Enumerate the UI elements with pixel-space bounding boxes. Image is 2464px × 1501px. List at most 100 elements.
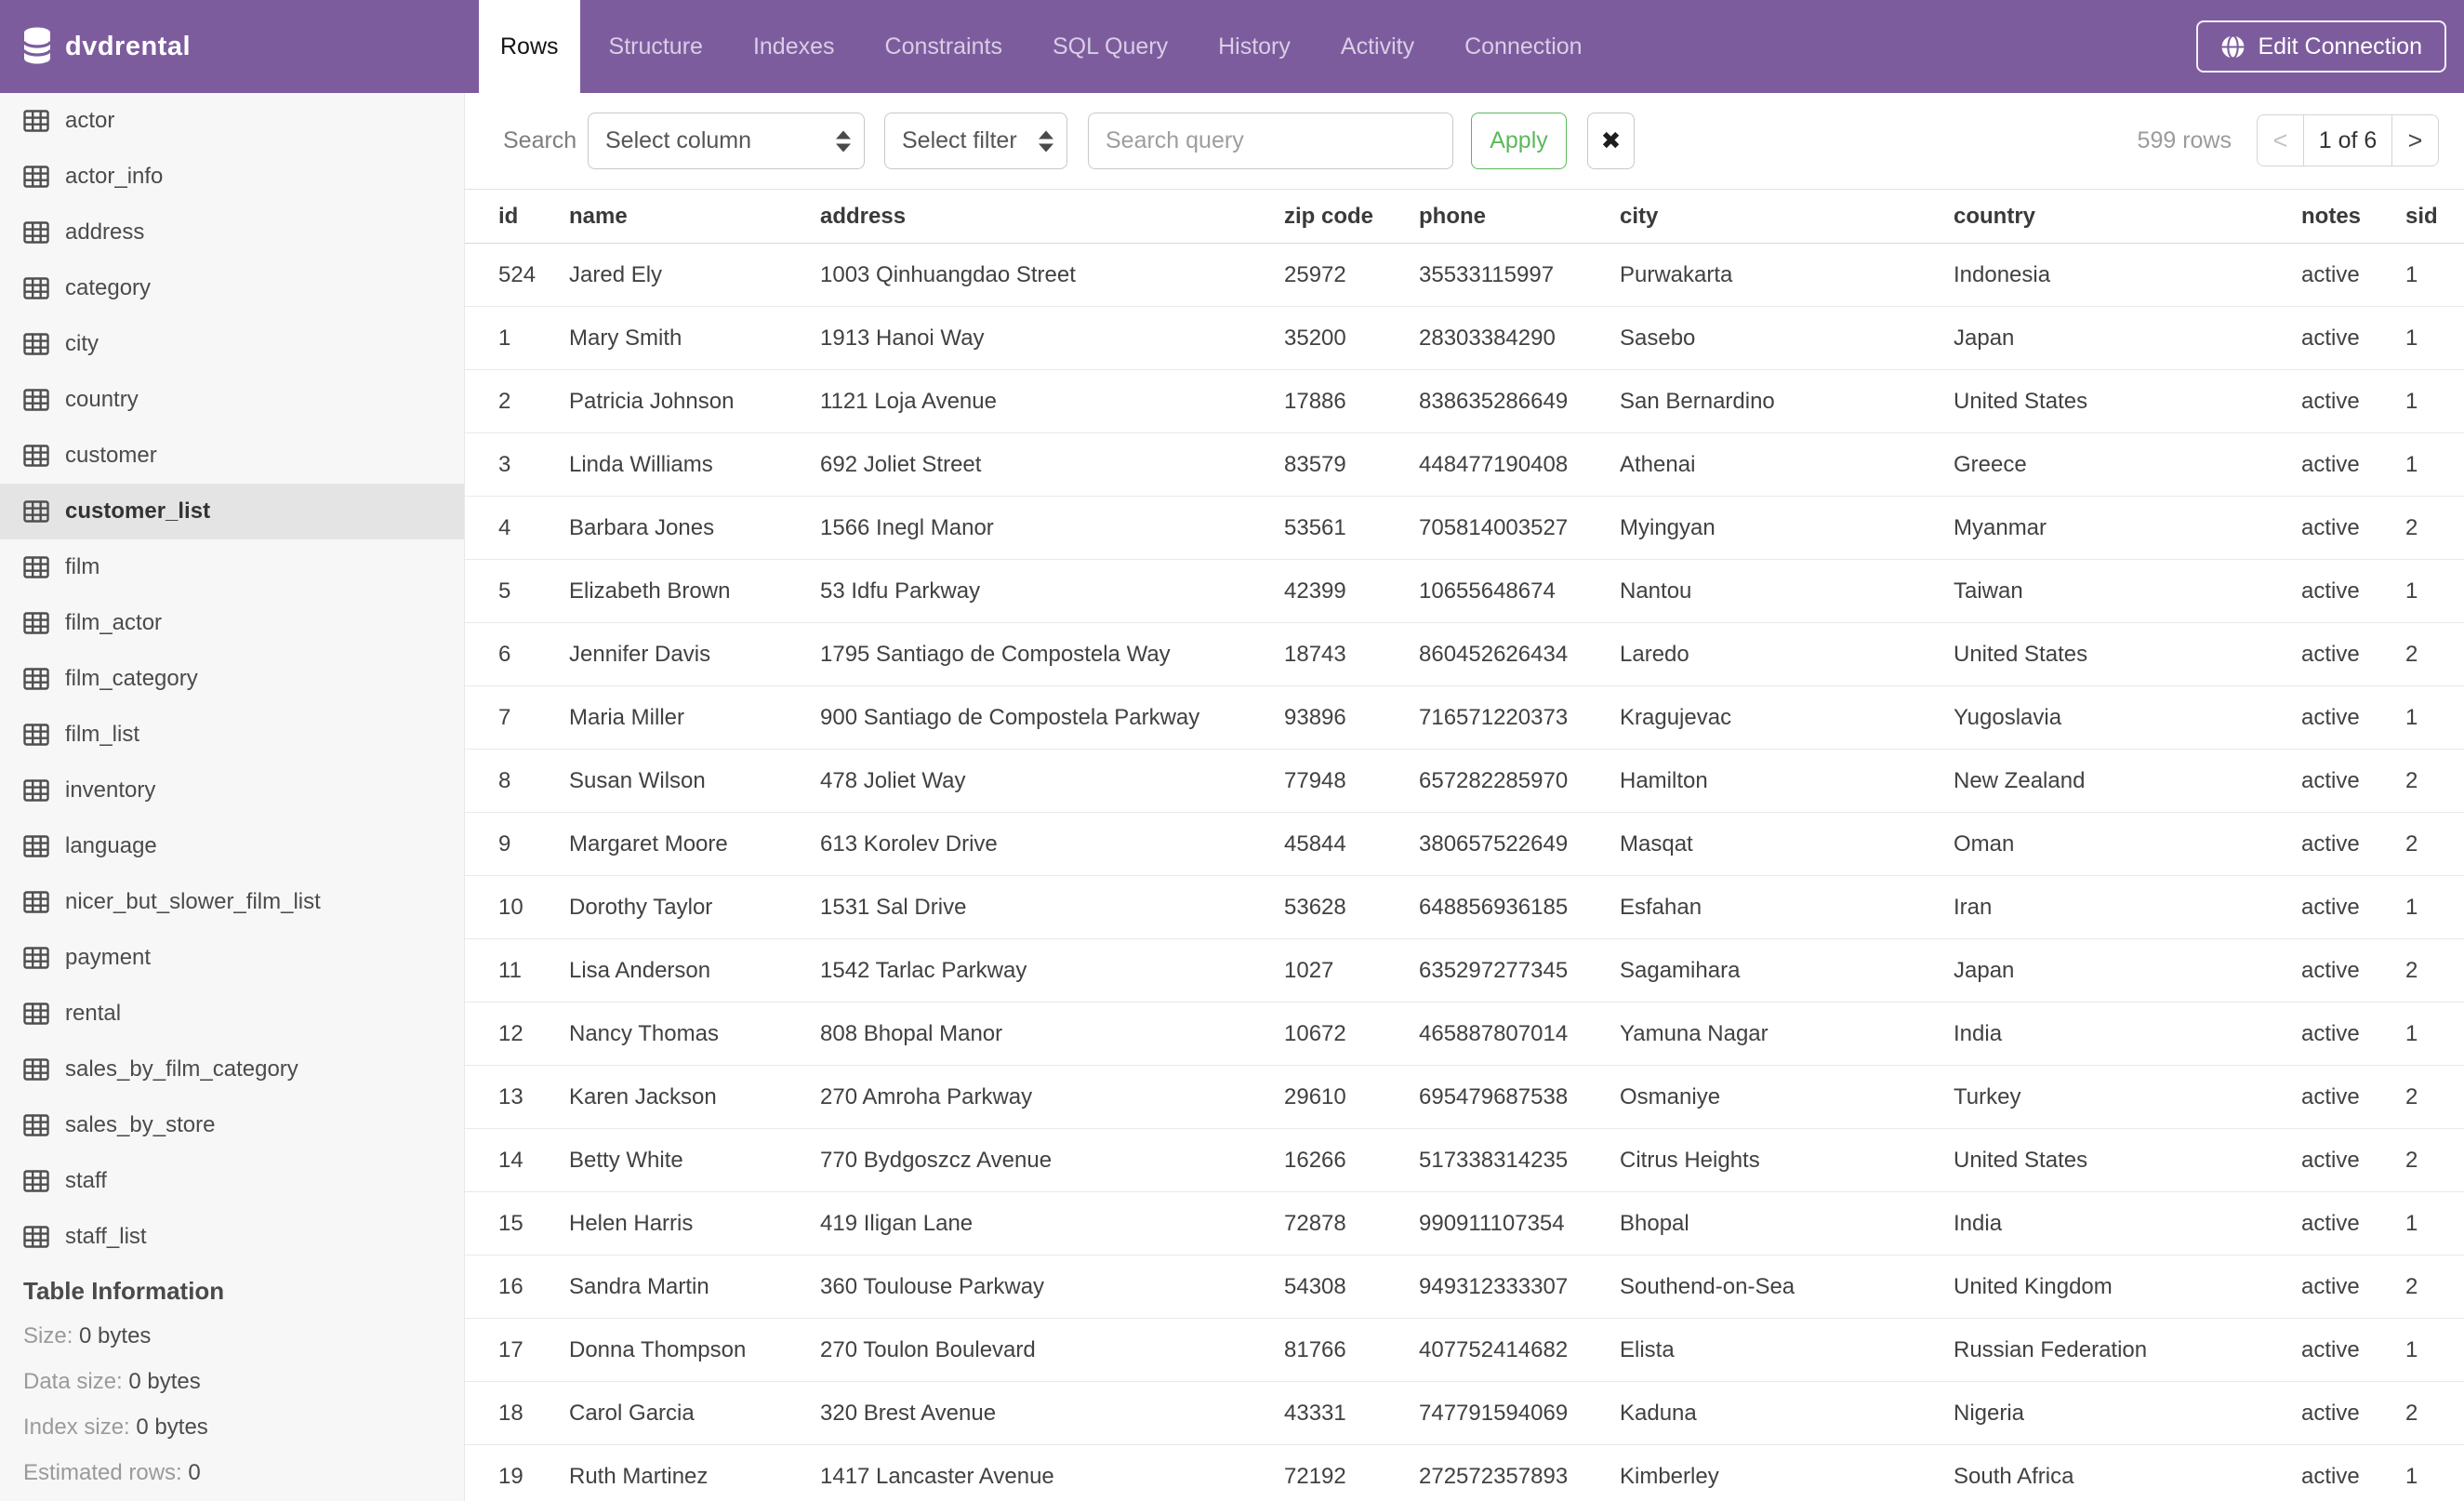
- table-row[interactable]: 14 Betty White 770 Bydgoszcz Avenue 16266 51…: [465, 1129, 2464, 1192]
- sidebar-item-staff_list[interactable]: staff_list: [0, 1209, 464, 1265]
- table-row[interactable]: 17 Donna Thompson 270 Toulon Boulevard 8176…: [465, 1319, 2464, 1382]
- column-select[interactable]: Select column: [588, 113, 865, 169]
- table-list: actor actor_infoaddress category city countr…: [0, 93, 464, 1265]
- table-row[interactable]: 1 Mary Smith 1913 Hanoi Way 35200 2830338429…: [465, 307, 2464, 370]
- table-row[interactable]: 13 Karen Jackson 270 Amroha Parkway 29610 69…: [465, 1066, 2464, 1129]
- table-row[interactable]: 15 Helen Harris 419 Iligan Lane 72878 990911…: [465, 1192, 2464, 1255]
- table-row[interactable]: 10 Dorothy Taylor 1531 Sal Drive 53628 64885…: [465, 876, 2464, 939]
- pagination: < 1 of 6 >: [2257, 114, 2439, 166]
- tab-constraints[interactable]: Constraints: [864, 0, 1024, 93]
- edit-connection-button[interactable]: Edit Connection: [2196, 20, 2446, 73]
- cell-zip-code: 93896: [1284, 704, 1346, 730]
- column-header-name[interactable]: name: [569, 204, 820, 230]
- tab-sql-query[interactable]: SQL Query: [1031, 0, 1189, 93]
- table-icon: [23, 668, 49, 690]
- cell-sid: 2: [2405, 767, 2418, 793]
- cell-address: 900 Santiago de Compostela Parkway: [820, 704, 1200, 730]
- table-row[interactable]: 4 Barbara Jones 1566 Inegl Manor 53561 70581…: [465, 497, 2464, 560]
- clear-search-button[interactable]: ✖: [1587, 113, 1635, 169]
- table-row[interactable]: 9 Margaret Moore 613 Korolev Drive 45844 380…: [465, 813, 2464, 876]
- cell-country: Nigeria: [1954, 1400, 2025, 1426]
- cell-sid: 2: [2405, 1083, 2418, 1109]
- sidebar-item-actor_info[interactable]: actor_info: [0, 149, 464, 205]
- table-icon: [23, 166, 49, 188]
- next-page-button[interactable]: >: [2392, 115, 2438, 166]
- cell-city: Elista: [1620, 1336, 1675, 1362]
- sidebar-item-country[interactable]: country: [0, 372, 464, 428]
- column-header-phone[interactable]: phone: [1419, 204, 1620, 230]
- table-row[interactable]: 524 Jared Ely 1003 Qinhuangdao Street 25972…: [465, 244, 2464, 307]
- cell-address: 1566 Inegl Manor: [820, 514, 994, 540]
- tab-indexes[interactable]: Indexes: [732, 0, 856, 93]
- sidebar-item-payment[interactable]: payment: [0, 930, 464, 986]
- sidebar-item-language[interactable]: language: [0, 818, 464, 874]
- cell-country: Myanmar: [1954, 514, 2047, 540]
- table-row[interactable]: 19 Ruth Martinez 1417 Lancaster Avenue 7219…: [465, 1445, 2464, 1501]
- table-row[interactable]: 3 Linda Williams 692 Joliet Street 83579 448…: [465, 433, 2464, 497]
- tab-rows[interactable]: Rows: [479, 0, 580, 93]
- column-header-address[interactable]: address: [820, 204, 1284, 230]
- cell-notes: active: [2301, 1336, 2360, 1362]
- sidebar-item-label: actor_info: [65, 164, 164, 189]
- table-row[interactable]: 16 Sandra Martin 360 Toulouse Parkway 54308…: [465, 1255, 2464, 1319]
- cell-notes: active: [2301, 1210, 2360, 1236]
- cell-zip-code: 83579: [1284, 451, 1346, 477]
- sidebar-item-sales_by_store[interactable]: sales_by_store: [0, 1097, 464, 1153]
- cell-phone: 465887807014: [1419, 1020, 1569, 1046]
- sidebar-item-category[interactable]: category: [0, 260, 464, 316]
- previous-page-button[interactable]: <: [2258, 115, 2303, 166]
- sidebar-item-label: film_list: [65, 722, 140, 747]
- sidebar-item-film_list[interactable]: film_list: [0, 707, 464, 763]
- column-header-zip-code[interactable]: zip code: [1284, 204, 1419, 230]
- table-row[interactable]: 2 Patricia Johnson 1121 Loja Avenue 17886 83…: [465, 370, 2464, 433]
- apply-button[interactable]: Apply: [1471, 113, 1567, 169]
- cell-country: Oman: [1954, 830, 2015, 857]
- sidebar-item-film[interactable]: film: [0, 539, 464, 595]
- cell-city: Hamilton: [1620, 767, 1708, 793]
- cell-id: 2: [498, 388, 511, 414]
- table-row[interactable]: 18 Carol Garcia 320 Brest Avenue 43331 74779…: [465, 1382, 2464, 1445]
- sidebar-item-customer[interactable]: customer: [0, 428, 464, 484]
- sidebar-item-rental[interactable]: rental: [0, 986, 464, 1042]
- column-header-city[interactable]: city: [1620, 204, 1954, 230]
- table-row[interactable]: 7 Maria Miller 900 Santiago de Compostela …: [465, 686, 2464, 750]
- table-info-value: 0 bytes: [136, 1415, 208, 1440]
- filter-select[interactable]: Select filter: [884, 113, 1067, 169]
- column-header-notes[interactable]: notes: [2301, 204, 2405, 230]
- column-select-value: Select column: [605, 127, 752, 153]
- cell-id: 4: [498, 514, 511, 540]
- cell-zip-code: 54308: [1284, 1273, 1346, 1299]
- cell-address: 692 Joliet Street: [820, 451, 982, 477]
- column-header-sid[interactable]: sid: [2405, 204, 2464, 230]
- sidebar-item-staff[interactable]: staff: [0, 1153, 464, 1209]
- tab-structure[interactable]: Structure: [588, 0, 724, 93]
- table-row[interactable]: 6 Jennifer Davis 1795 Santiago de Composte…: [465, 623, 2464, 686]
- sidebar-item-film_category[interactable]: film_category: [0, 651, 464, 707]
- sidebar-item-city[interactable]: city: [0, 316, 464, 372]
- cell-zip-code: 72878: [1284, 1210, 1346, 1236]
- column-header-country[interactable]: country: [1954, 204, 2301, 230]
- cell-zip-code: 16266: [1284, 1147, 1346, 1173]
- tab-history[interactable]: History: [1197, 0, 1312, 93]
- table-row[interactable]: 12 Nancy Thomas 808 Bhopal Manor 10672 46588…: [465, 1003, 2464, 1066]
- sidebar-item-address[interactable]: address: [0, 205, 464, 260]
- sidebar-item-actor[interactable]: actor: [0, 93, 464, 149]
- table-info-label: Size:: [23, 1323, 80, 1348]
- sidebar-item-sales_by_film_category[interactable]: sales_by_film_category: [0, 1042, 464, 1097]
- sidebar-item-film_actor[interactable]: film_actor: [0, 595, 464, 651]
- sidebar-item-inventory[interactable]: inventory: [0, 763, 464, 818]
- column-header-id[interactable]: id: [498, 204, 569, 230]
- table-body: 524 Jared Ely 1003 Qinhuangdao Street 25972…: [465, 244, 2464, 1501]
- search-query-input[interactable]: [1088, 113, 1453, 169]
- tab-activity[interactable]: Activity: [1319, 0, 1436, 93]
- table-row[interactable]: 5 Elizabeth Brown 53 Idfu Parkway 42399 1065…: [465, 560, 2464, 623]
- table-row[interactable]: 8 Susan Wilson 478 Joliet Way 77948 65728228…: [465, 750, 2464, 813]
- tab-connection[interactable]: Connection: [1443, 0, 1603, 93]
- sidebar-item-nicer_but_slower_film_list[interactable]: nicer_but_slower_film_list: [0, 874, 464, 930]
- cell-name: Margaret Moore: [569, 830, 728, 857]
- table-row[interactable]: 11 Lisa Anderson 1542 Tarlac Parkway 1027 63…: [465, 939, 2464, 1003]
- sidebar-item-customer_list[interactable]: customer_list: [0, 484, 464, 539]
- page-indicator: 1 of 6: [2303, 115, 2392, 166]
- cell-notes: active: [2301, 894, 2360, 920]
- cell-name: Susan Wilson: [569, 767, 706, 793]
